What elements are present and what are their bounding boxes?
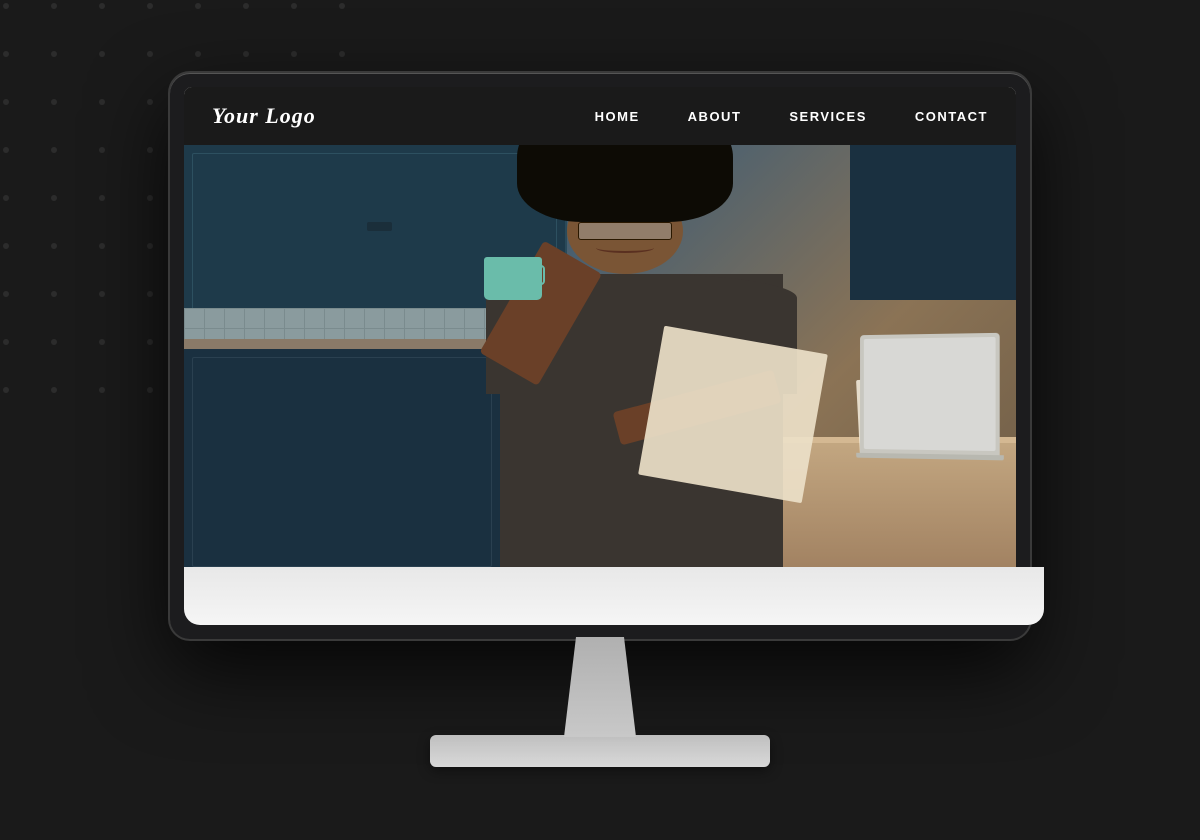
monitor-stand-neck — [540, 637, 660, 737]
kitchen-background — [184, 145, 1016, 575]
website-hero — [184, 145, 1016, 575]
website-nav: Your Logo HOME ABOUT SERVICES CONTACT — [184, 87, 1016, 145]
monitor-stand-base — [430, 735, 770, 767]
nav-links: HOME ABOUT SERVICES CONTACT — [595, 109, 988, 124]
lower-cabinet — [184, 339, 500, 576]
nav-link-contact[interactable]: CONTACT — [915, 109, 988, 124]
nav-link-services[interactable]: SERVICES — [789, 109, 867, 124]
paper-hand — [638, 325, 828, 502]
person-hair — [517, 145, 733, 222]
monitor-bezel-bottom — [184, 567, 1044, 625]
laptop-lid — [860, 333, 1000, 456]
cabinet-handle — [367, 222, 392, 231]
website: Your Logo HOME ABOUT SERVICES CONTACT — [184, 87, 1016, 575]
cabinet-upper-right — [850, 145, 1016, 300]
mug — [484, 257, 542, 300]
monitor-body: Your Logo HOME ABOUT SERVICES CONTACT — [170, 73, 1030, 639]
hero-image — [184, 145, 1016, 575]
monitor-screen: Your Logo HOME ABOUT SERVICES CONTACT — [184, 87, 1016, 575]
nav-link-home[interactable]: HOME — [595, 109, 640, 124]
nav-logo: Your Logo — [212, 103, 316, 129]
monitor-wrapper: Your Logo HOME ABOUT SERVICES CONTACT — [170, 73, 1030, 767]
nav-link-about[interactable]: ABOUT — [688, 109, 742, 124]
